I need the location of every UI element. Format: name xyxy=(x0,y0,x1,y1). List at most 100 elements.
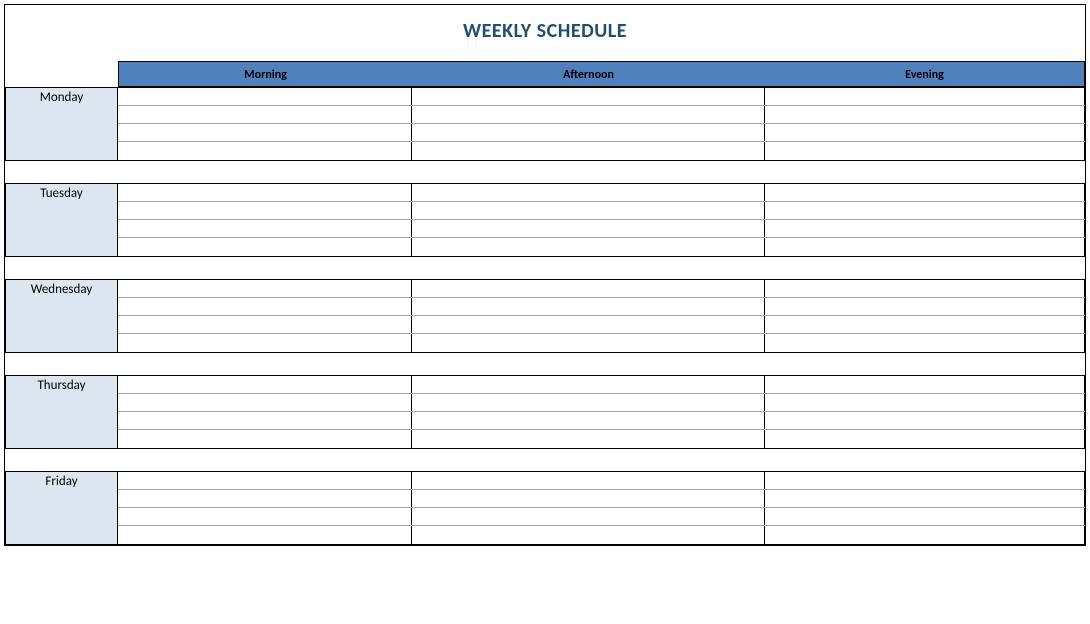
column-header-evening: Evening xyxy=(765,61,1085,87)
day-label-monday: Monday xyxy=(5,88,118,160)
cell-afternoon[interactable] xyxy=(412,508,765,525)
cell-morning[interactable] xyxy=(118,430,412,448)
grid-row xyxy=(118,334,1085,352)
cell-morning[interactable] xyxy=(118,508,412,525)
grid-row xyxy=(118,526,1085,544)
cell-afternoon[interactable] xyxy=(412,472,765,489)
cell-morning[interactable] xyxy=(118,142,412,160)
cell-evening[interactable] xyxy=(765,472,1085,489)
cell-morning[interactable] xyxy=(118,238,412,256)
cell-afternoon[interactable] xyxy=(412,184,765,201)
grid-row xyxy=(118,124,1085,142)
cell-evening[interactable] xyxy=(765,238,1085,256)
grid-row xyxy=(118,298,1085,316)
grid-row xyxy=(118,106,1085,124)
cell-afternoon[interactable] xyxy=(412,430,765,448)
cell-morning[interactable] xyxy=(118,334,412,352)
cell-evening[interactable] xyxy=(765,142,1085,160)
cell-morning[interactable] xyxy=(118,88,412,105)
day-grid xyxy=(118,184,1085,256)
cell-evening[interactable] xyxy=(765,490,1085,507)
day-grid xyxy=(118,280,1085,352)
spacer-row xyxy=(5,257,1085,279)
cell-afternoon[interactable] xyxy=(412,88,765,105)
cell-evening[interactable] xyxy=(765,184,1085,201)
day-label-tuesday: Tuesday xyxy=(5,184,118,256)
cell-morning[interactable] xyxy=(118,412,412,429)
cell-evening[interactable] xyxy=(765,106,1085,123)
cell-evening[interactable] xyxy=(765,280,1085,297)
day-grid xyxy=(118,472,1085,544)
grid-row xyxy=(118,430,1085,448)
spacer-row xyxy=(5,353,1085,375)
grid-row xyxy=(118,280,1085,298)
day-block-monday: Monday xyxy=(5,87,1085,161)
schedule-container: WEEKLY SCHEDULE Morning Afternoon Evenin… xyxy=(4,4,1086,546)
cell-evening[interactable] xyxy=(765,376,1085,393)
cell-afternoon[interactable] xyxy=(412,316,765,333)
cell-afternoon[interactable] xyxy=(412,142,765,160)
grid-row xyxy=(118,238,1085,256)
cell-morning[interactable] xyxy=(118,124,412,141)
cell-morning[interactable] xyxy=(118,202,412,219)
grid-row xyxy=(118,490,1085,508)
cell-afternoon[interactable] xyxy=(412,394,765,411)
cell-afternoon[interactable] xyxy=(412,106,765,123)
cell-morning[interactable] xyxy=(118,376,412,393)
cell-morning[interactable] xyxy=(118,184,412,201)
cell-morning[interactable] xyxy=(118,220,412,237)
cell-afternoon[interactable] xyxy=(412,490,765,507)
page-title: WEEKLY SCHEDULE xyxy=(5,5,1085,61)
day-label-wednesday: Wednesday xyxy=(5,280,118,352)
cell-evening[interactable] xyxy=(765,88,1085,105)
cell-evening[interactable] xyxy=(765,124,1085,141)
cell-evening[interactable] xyxy=(765,334,1085,352)
grid-row xyxy=(118,88,1085,106)
cell-evening[interactable] xyxy=(765,430,1085,448)
spacer-row xyxy=(5,449,1085,471)
column-header-row: Morning Afternoon Evening xyxy=(5,61,1085,87)
grid-row xyxy=(118,316,1085,334)
column-header-afternoon: Afternoon xyxy=(412,61,765,87)
grid-row xyxy=(118,472,1085,490)
day-block-tuesday: Tuesday xyxy=(5,183,1085,257)
cell-morning[interactable] xyxy=(118,490,412,507)
cell-morning[interactable] xyxy=(118,106,412,123)
cell-afternoon[interactable] xyxy=(412,376,765,393)
cell-evening[interactable] xyxy=(765,508,1085,525)
header-spacer xyxy=(5,61,118,87)
grid-row xyxy=(118,202,1085,220)
grid-row xyxy=(118,184,1085,202)
grid-row xyxy=(118,394,1085,412)
cell-afternoon[interactable] xyxy=(412,334,765,352)
cell-afternoon[interactable] xyxy=(412,298,765,315)
cell-afternoon[interactable] xyxy=(412,412,765,429)
cell-morning[interactable] xyxy=(118,298,412,315)
cell-evening[interactable] xyxy=(765,316,1085,333)
day-block-friday: Friday xyxy=(5,471,1085,545)
cell-afternoon[interactable] xyxy=(412,526,765,544)
cell-evening[interactable] xyxy=(765,394,1085,411)
cell-afternoon[interactable] xyxy=(412,220,765,237)
day-label-friday: Friday xyxy=(5,472,118,544)
cell-morning[interactable] xyxy=(118,472,412,489)
cell-morning[interactable] xyxy=(118,280,412,297)
cell-morning[interactable] xyxy=(118,526,412,544)
cell-afternoon[interactable] xyxy=(412,202,765,219)
day-grid xyxy=(118,88,1085,160)
cell-evening[interactable] xyxy=(765,526,1085,544)
grid-row xyxy=(118,220,1085,238)
cell-morning[interactable] xyxy=(118,394,412,411)
cell-morning[interactable] xyxy=(118,316,412,333)
day-label-thursday: Thursday xyxy=(5,376,118,448)
day-block-thursday: Thursday xyxy=(5,375,1085,449)
cell-evening[interactable] xyxy=(765,412,1085,429)
grid-row xyxy=(118,412,1085,430)
cell-afternoon[interactable] xyxy=(412,238,765,256)
grid-row xyxy=(118,508,1085,526)
cell-evening[interactable] xyxy=(765,220,1085,237)
cell-evening[interactable] xyxy=(765,202,1085,219)
cell-afternoon[interactable] xyxy=(412,280,765,297)
cell-evening[interactable] xyxy=(765,298,1085,315)
cell-afternoon[interactable] xyxy=(412,124,765,141)
